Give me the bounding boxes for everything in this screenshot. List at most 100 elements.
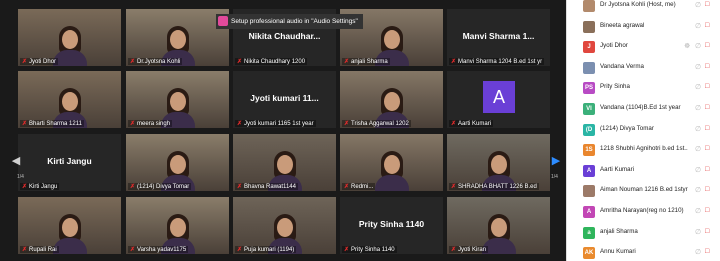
video-tile[interactable]: Manvi Sharma 1... ✗ Manvi Sharma 1204 B.ed… — [447, 9, 550, 66]
participant-row[interactable]: Bineeta agrawal ∅ □ — [567, 18, 720, 36]
audio-settings-notice[interactable]: Setup professional audio in "Audio Setti… — [216, 14, 363, 29]
tile-display-name: Nikita Chaudhar... — [248, 31, 321, 41]
tile-name-text: Bhavna Rawat1144 — [244, 184, 296, 190]
participant-name: Aarti Kumari — [600, 165, 635, 173]
tile-display-name: Manvi Sharma 1... — [462, 31, 535, 41]
video-off-icon[interactable]: □ — [705, 1, 709, 8]
notice-text: Setup professional audio in "Audio Setti… — [231, 18, 358, 25]
video-tile[interactable]: ✗ Redmi... — [340, 134, 443, 191]
video-off-icon[interactable]: □ — [705, 207, 709, 214]
mic-muted-icon[interactable]: ∅ — [695, 104, 701, 112]
video-tile[interactable]: Jyoti kumari 11... ✗ Jyoti kumari 1165 1st… — [233, 71, 336, 128]
video-tile[interactable]: ✗ Puja kumari (1194) — [233, 197, 336, 254]
tile-name-text: Jyoti Kiran — [458, 247, 487, 253]
tile-name-text: Prity Sinha 1140 — [351, 247, 395, 253]
participant-row[interactable]: Dr Jyotsna Kohli (Host, me) ∅ □ — [567, 0, 720, 15]
video-off-icon[interactable]: □ — [705, 104, 709, 111]
video-off-icon[interactable]: □ — [705, 166, 709, 173]
video-tile[interactable]: ✗ meera singh — [126, 71, 229, 128]
tile-display-name: Prity Sinha 1140 — [358, 219, 425, 229]
mic-muted-icon[interactable]: ∅ — [695, 248, 701, 256]
mic-muted-icon[interactable]: ∅ — [695, 166, 701, 174]
participant-name: Amritha Narayan(reg no 1210) — [600, 207, 684, 214]
mic-muted-icon[interactable]: ∅ — [695, 228, 701, 236]
muted-mic-icon: ✗ — [130, 184, 136, 190]
participant-row[interactable]: Vandana Verma ∅ □ — [567, 59, 720, 77]
video-tile[interactable]: ✗ SHRADHA BHATT 1226 B.ed — [447, 134, 550, 191]
video-off-icon[interactable]: □ — [705, 145, 709, 152]
video-off-icon[interactable]: □ — [705, 22, 709, 29]
avatar — [583, 61, 595, 74]
participant-name: Vandana (1104)B.Ed 1st year — [600, 104, 681, 111]
page-indicator-right: 1/4 — [551, 174, 558, 180]
prev-page-icon[interactable]: ◀ — [10, 152, 22, 170]
avatar: a — [583, 226, 595, 239]
participant-name: Annu Kumari — [600, 248, 636, 256]
participant-row[interactable]: (D (1214) Divya Tomar ∅ □ — [567, 121, 720, 139]
participant-row[interactable]: Aiman Nouman 1216 B.ed 1styr ∅ □ — [567, 182, 720, 200]
video-off-icon[interactable]: □ — [705, 63, 709, 70]
video-off-icon[interactable]: □ — [705, 228, 709, 235]
tile-name-label: ✗ Nikita Chaudhary 1200 — [235, 58, 308, 65]
video-off-icon[interactable]: □ — [705, 83, 709, 90]
muted-mic-icon: ✗ — [344, 184, 350, 190]
mic-muted-icon[interactable]: ∅ — [695, 186, 701, 194]
avatar: 1S — [583, 144, 595, 157]
tile-name-label: ✗ Kirti Jangu — [20, 183, 60, 190]
video-tile[interactable]: ✗ Trisha Aggarwal 1202 — [340, 71, 443, 128]
video-tile[interactable]: A ✗ Aarti Kumari — [447, 71, 550, 128]
mic-muted-icon[interactable]: ∅ — [695, 145, 701, 153]
participant-name: 1218 Shubhi Agnihotri b.ed 1st... — [600, 145, 688, 153]
mic-muted-icon[interactable]: ∅ — [695, 207, 701, 215]
tile-name-text: meera singh — [137, 121, 171, 127]
video-off-icon[interactable]: □ — [705, 42, 709, 49]
avatar: A — [483, 81, 515, 113]
participant-row[interactable]: 1S 1218 Shubhi Agnihotri b.ed 1st... ∅ □ — [567, 141, 720, 159]
video-tile[interactable]: Kirti Jangu ✗ Kirti Jangu — [18, 134, 121, 191]
tile-display-name: Jyoti kumari 11... — [250, 93, 319, 103]
avatar — [583, 20, 595, 33]
participant-row[interactable]: J Jyoti Dhor ☸ ∅ □ — [567, 38, 720, 56]
participant-row[interactable]: A Amritha Narayan(reg no 1210) ∅ □ — [567, 203, 720, 221]
video-tile[interactable]: ✗ Bharti Sharma 1211 — [18, 71, 121, 128]
tile-name-text: Nikita Chaudhary 1200 — [244, 59, 306, 65]
tile-name-label: ✗ Jyoti Dhor — [20, 58, 59, 65]
video-off-icon[interactable]: □ — [705, 248, 709, 255]
participant-row[interactable]: AK Annu Kumari ∅ □ — [567, 244, 720, 261]
mic-muted-icon[interactable]: ∅ — [695, 63, 701, 71]
video-tile[interactable]: ✗ Dr.Jyotsna Kohli — [126, 9, 229, 66]
tile-name-label: ✗ Dr.Jyotsna Kohli — [128, 58, 183, 65]
next-page-icon[interactable]: ▶ — [550, 152, 562, 170]
video-tile[interactable]: ✗ Jyoti Kiran — [447, 197, 550, 254]
participant-row[interactable]: PS Prity Sinha ∅ □ — [567, 79, 720, 97]
mic-muted-icon[interactable]: ∅ — [695, 1, 701, 9]
tile-name-text: Aarti Kumari — [458, 121, 492, 127]
tile-name-label: ✗ Trisha Aggarwal 1202 — [342, 120, 411, 127]
video-tile[interactable]: ✗ Rupali Rai — [18, 197, 121, 254]
video-tile[interactable]: ✗ Bhavna Rawat1144 — [233, 134, 336, 191]
muted-mic-icon: ✗ — [237, 121, 243, 127]
muted-mic-icon: ✗ — [344, 121, 350, 127]
video-tile[interactable]: ✗ (1214) Divya Tomar — [126, 134, 229, 191]
mic-muted-icon[interactable]: ∅ — [695, 83, 701, 91]
video-tile[interactable]: Prity Sinha 1140 ✗ Prity Sinha 1140 — [340, 197, 443, 254]
video-tile[interactable]: ✗ Varsha yadav1175 — [126, 197, 229, 254]
video-off-icon[interactable]: □ — [705, 125, 709, 132]
tile-name-text: (1214) Divya Tomar — [137, 184, 190, 190]
muted-mic-icon: ✗ — [130, 121, 136, 127]
muted-mic-icon: ✗ — [237, 184, 243, 190]
participant-row[interactable]: A Aarti Kumari ∅ □ — [567, 162, 720, 180]
video-tile[interactable]: ✗ Jyoti Dhor — [18, 9, 121, 66]
muted-mic-icon: ✗ — [22, 121, 28, 127]
participant-row[interactable]: VI Vandana (1104)B.Ed 1st year ∅ □ — [567, 100, 720, 118]
mic-muted-icon[interactable]: ∅ — [695, 22, 701, 30]
mic-muted-icon[interactable]: ∅ — [695, 42, 701, 50]
avatar: J — [583, 41, 595, 54]
tile-display-name: Kirti Jangu — [47, 156, 92, 166]
video-off-icon[interactable]: □ — [705, 186, 709, 193]
mic-muted-icon[interactable]: ∅ — [695, 125, 701, 133]
muted-mic-icon: ✗ — [237, 247, 243, 253]
participant-row[interactable]: a anjali Sharma ∅ □ — [567, 224, 720, 242]
tile-name-label: ✗ Jyoti kumari 1165 1st year — [235, 120, 316, 127]
tile-name-text: Kirti Jangu — [29, 184, 58, 190]
